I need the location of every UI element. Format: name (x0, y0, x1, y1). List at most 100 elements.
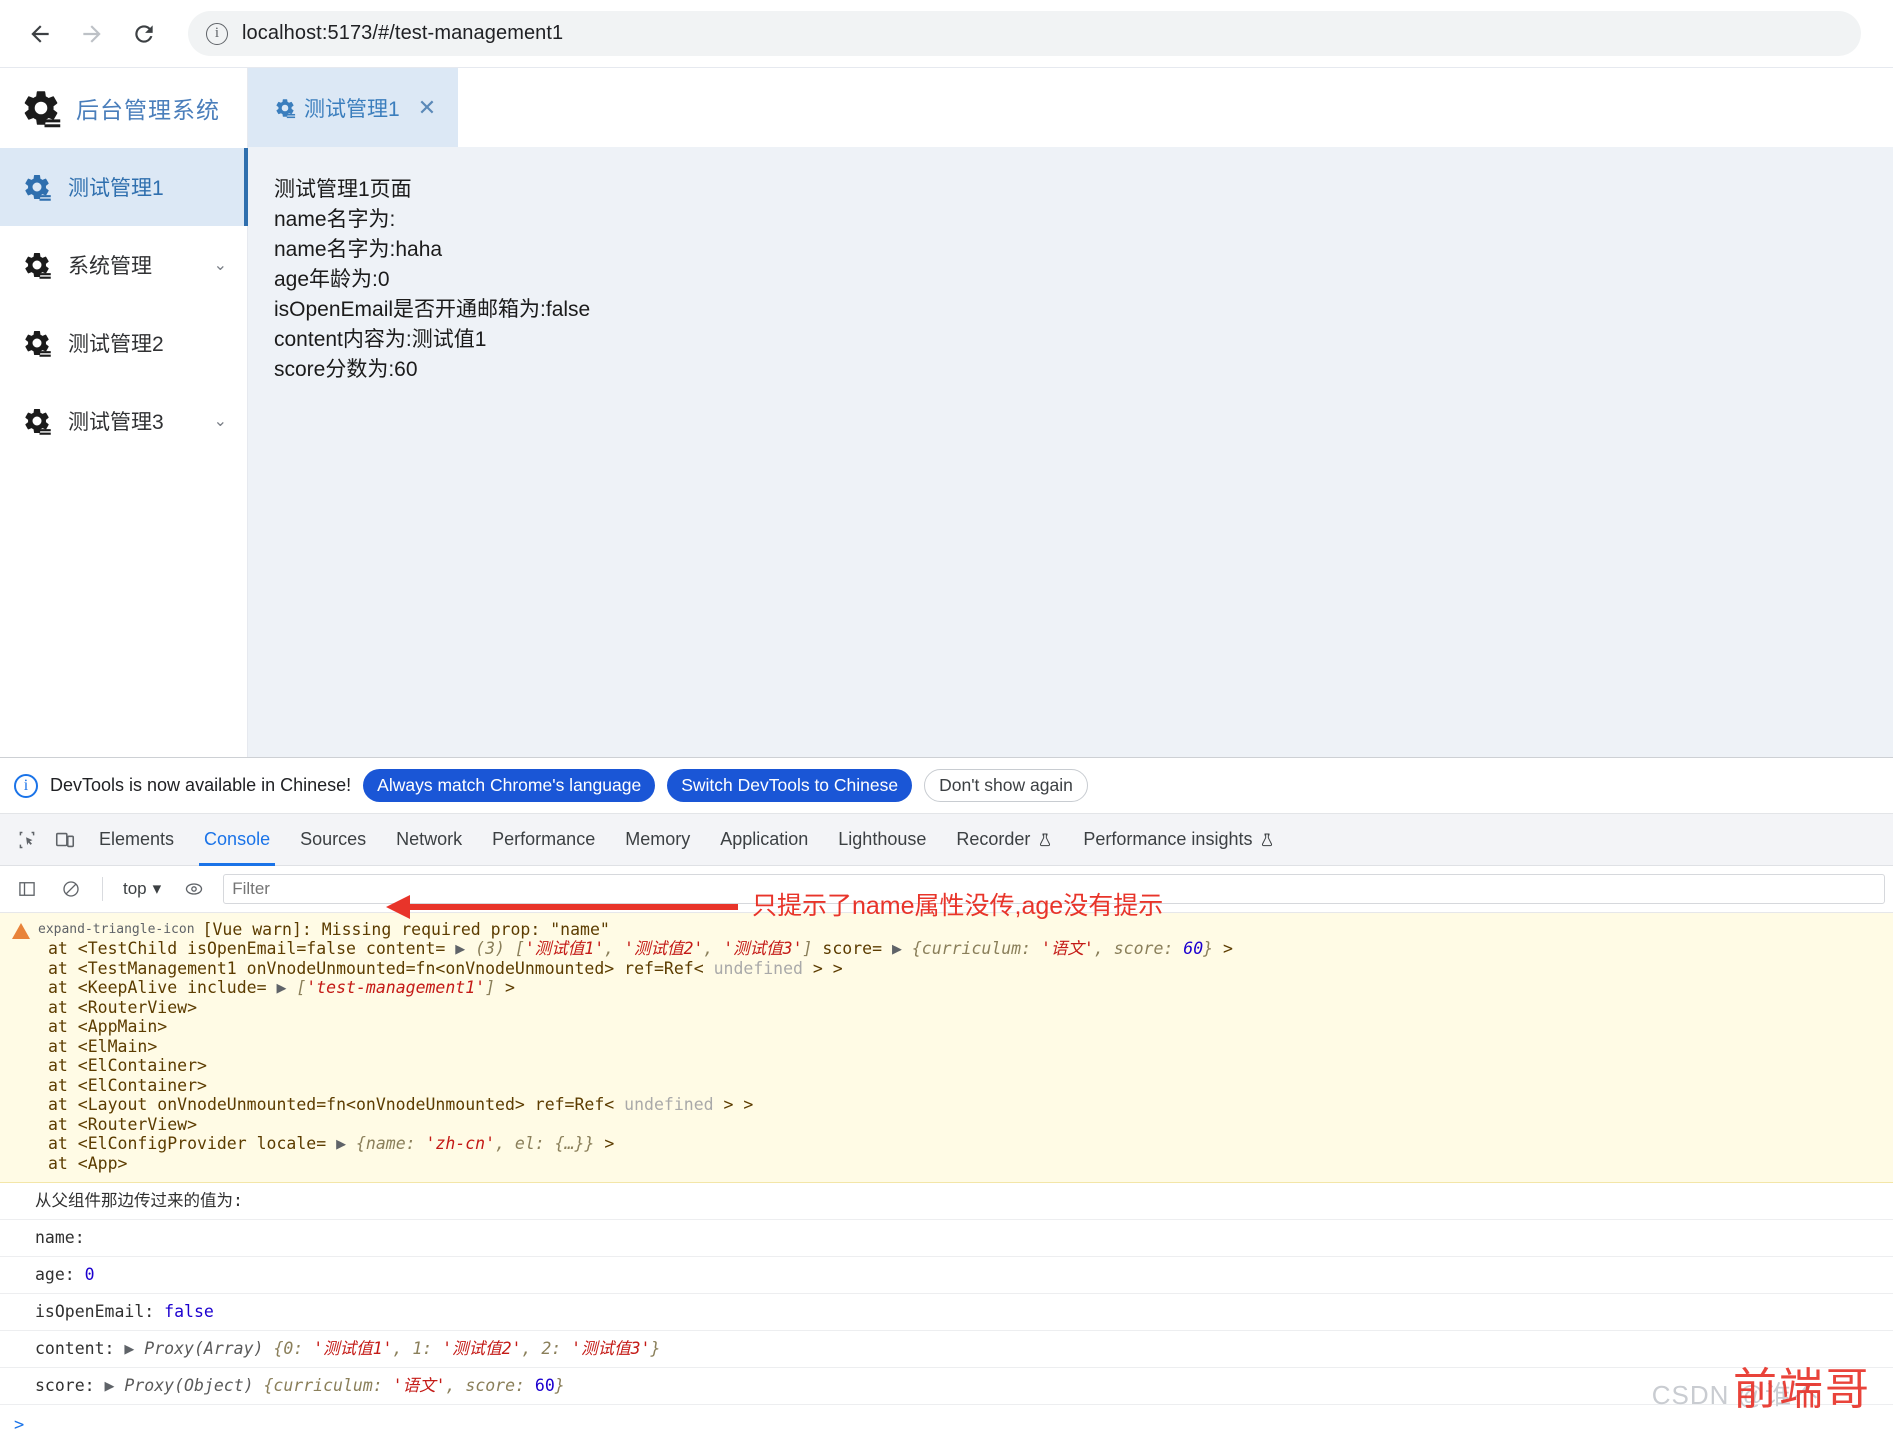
tab-console[interactable]: Console (189, 814, 285, 866)
page-line: score分数为:60 (274, 358, 418, 381)
console-log-row: age: 0 (0, 1257, 1893, 1294)
warning-header: expand-triangle-icon [Vue warn]: Missing… (0, 920, 1893, 939)
tab-performance[interactable]: Performance (477, 814, 610, 866)
tab-label: 测试管理1 (304, 97, 400, 121)
tab-label: Performance (492, 829, 596, 849)
console-log-row: 从父组件那边传过来的值为: (0, 1183, 1893, 1220)
console-log-row: content: ▶ Proxy(Array) {0: '测试值1', 1: '… (0, 1331, 1893, 1368)
tab-network[interactable]: Network (381, 814, 477, 866)
tab-performance-insights[interactable]: Performance insights (1068, 814, 1290, 866)
tab-label: Network (396, 829, 463, 849)
stack-line: at <ElMain> (48, 1036, 158, 1056)
application-window: 后台管理系统 测试管理1 系统管理 ⌄ 测试管理2 测试管理3 ⌄ 测试管理1 … (0, 67, 1893, 757)
experiment-flask-icon (1040, 833, 1051, 846)
gear-icon (25, 252, 51, 279)
tab-label: Memory (625, 829, 691, 849)
tab-test-management-1[interactable]: 测试管理1 ✕ (248, 68, 459, 147)
tab-label: Sources (300, 829, 367, 849)
stack-line: at <AppMain> (48, 1017, 168, 1036)
page-line: age年龄为:0 (274, 268, 390, 291)
devtools-tab-bar: Elements Console Sources Network Perform… (0, 814, 1893, 866)
dont-show-again-button[interactable]: Don't show again (924, 769, 1088, 802)
sidebar-item-test-management-1[interactable]: 测试管理1 (0, 148, 248, 226)
expand-triangle-icon[interactable]: expand-triangle-icon (38, 922, 195, 937)
divider (102, 877, 103, 901)
close-icon[interactable]: ✕ (418, 95, 436, 121)
reload-button[interactable] (118, 8, 170, 60)
tab-elements[interactable]: Elements (84, 814, 189, 866)
annotation-arrow (386, 895, 738, 919)
tab-application[interactable]: Application (705, 814, 823, 866)
gear-icon (25, 174, 51, 201)
tab-label: Recorder (956, 829, 1031, 849)
device-toolbar-icon[interactable] (46, 821, 84, 859)
stack-line: at <RouterView> (48, 997, 198, 1017)
page-content: 测试管理1页面 name名字为: name名字为:haha age年龄为:0 i… (248, 147, 1893, 385)
sidebar-item-label: 测试管理3 (68, 411, 164, 434)
tab-strip: 测试管理1 ✕ (248, 68, 1893, 147)
gear-icon (25, 408, 51, 435)
content-area: 测试管理1 ✕ 测试管理1页面 name名字为: name名字为:haha ag… (248, 68, 1893, 757)
stack-line: at <App> (48, 1153, 128, 1173)
watermark: CSDN @谁不 前端哥 (1652, 1353, 1871, 1417)
inspect-element-icon[interactable] (8, 821, 46, 859)
context-label: top (123, 879, 147, 898)
devtools-panel: i DevTools is now available in Chinese! … (0, 757, 1893, 1445)
gear-icon (24, 91, 61, 128)
sidebar-item-system-management[interactable]: 系统管理 ⌄ (0, 226, 247, 304)
stack-line: at <TestManagement1 onVnodeUnmounted=fn<… (48, 958, 843, 978)
sidebar-item-test-management-2[interactable]: 测试管理2 (0, 304, 247, 382)
forward-button[interactable] (66, 8, 118, 60)
switch-devtools-language-button[interactable]: Switch DevTools to Chinese (667, 769, 913, 802)
always-match-language-button[interactable]: Always match Chrome's language (363, 769, 656, 802)
page-line: name名字为:haha (274, 238, 443, 261)
site-info-icon[interactable]: i (206, 22, 228, 45)
arrow-left-icon (31, 24, 49, 43)
warning-triangle-icon (12, 923, 30, 939)
sidebar-item-label: 系统管理 (68, 255, 152, 278)
url-text: localhost:5173/#/test-management1 (242, 22, 564, 44)
stack-line: at <Layout onVnodeUnmounted=fn<onVnodeUn… (48, 1095, 754, 1114)
tab-label: Console (204, 829, 271, 849)
live-expression-icon[interactable] (175, 870, 213, 908)
stack-line: at <RouterView> (48, 1114, 198, 1134)
chevron-down-icon: ▾ (152, 879, 162, 898)
notice-text: DevTools is now available in Chinese! (50, 775, 352, 795)
gear-icon (276, 98, 296, 118)
sidebar-item-test-management-3[interactable]: 测试管理3 ⌄ (0, 382, 247, 460)
page-line: 测试管理1页面 (274, 178, 412, 201)
execution-context-selector[interactable]: top ▾ (115, 879, 169, 899)
stack-line: at <ElConfigProvider locale= ▶ {name: 'z… (48, 1134, 615, 1153)
tab-recorder[interactable]: Recorder (941, 814, 1068, 866)
address-bar[interactable]: i localhost:5173/#/test-management1 (188, 11, 1861, 56)
info-circle-icon: i (14, 773, 38, 798)
console-log-row: isOpenEmail: false (0, 1294, 1893, 1331)
tab-label: Performance insights (1083, 829, 1253, 849)
console-prompt[interactable]: > (0, 1405, 1893, 1435)
annotation-text: 只提示了name属性没传,age没有提示 (752, 892, 1164, 920)
stack-line: at <TestChild isOpenEmail=false content=… (48, 939, 1233, 958)
console-output: expand-triangle-icon [Vue warn]: Missing… (0, 913, 1893, 1445)
brand[interactable]: 后台管理系统 (0, 68, 247, 148)
console-log-row: name: (0, 1220, 1893, 1257)
tab-sources[interactable]: Sources (285, 814, 381, 866)
sidebar-item-label: 测试管理2 (68, 333, 164, 356)
devtools-language-notice: i DevTools is now available in Chinese! … (0, 758, 1893, 814)
browser-toolbar: i localhost:5173/#/test-management1 (0, 0, 1893, 67)
stack-line: at <KeepAlive include= ▶ ['test-manageme… (48, 978, 515, 997)
experiment-flask-icon (1262, 833, 1273, 846)
stack-line: at <ElContainer> (48, 1056, 207, 1075)
sidebar: 后台管理系统 测试管理1 系统管理 ⌄ 测试管理2 测试管理3 ⌄ (0, 68, 248, 757)
page-line: isOpenEmail是否开通邮箱为:false (274, 298, 591, 321)
console-warning-message[interactable]: expand-triangle-icon [Vue warn]: Missing… (0, 913, 1893, 1183)
tab-memory[interactable]: Memory (610, 814, 705, 866)
page-line: name名字为: (274, 208, 396, 231)
tab-label: Lighthouse (838, 829, 927, 849)
console-sidebar-icon[interactable] (8, 870, 46, 908)
tab-lighthouse[interactable]: Lighthouse (823, 814, 941, 866)
sidebar-item-label: 测试管理1 (68, 177, 164, 200)
tab-label: Elements (99, 829, 175, 849)
clear-console-icon[interactable] (52, 870, 90, 908)
back-button[interactable] (14, 8, 66, 60)
watermark-red-text: 前端哥 (1733, 1365, 1871, 1414)
